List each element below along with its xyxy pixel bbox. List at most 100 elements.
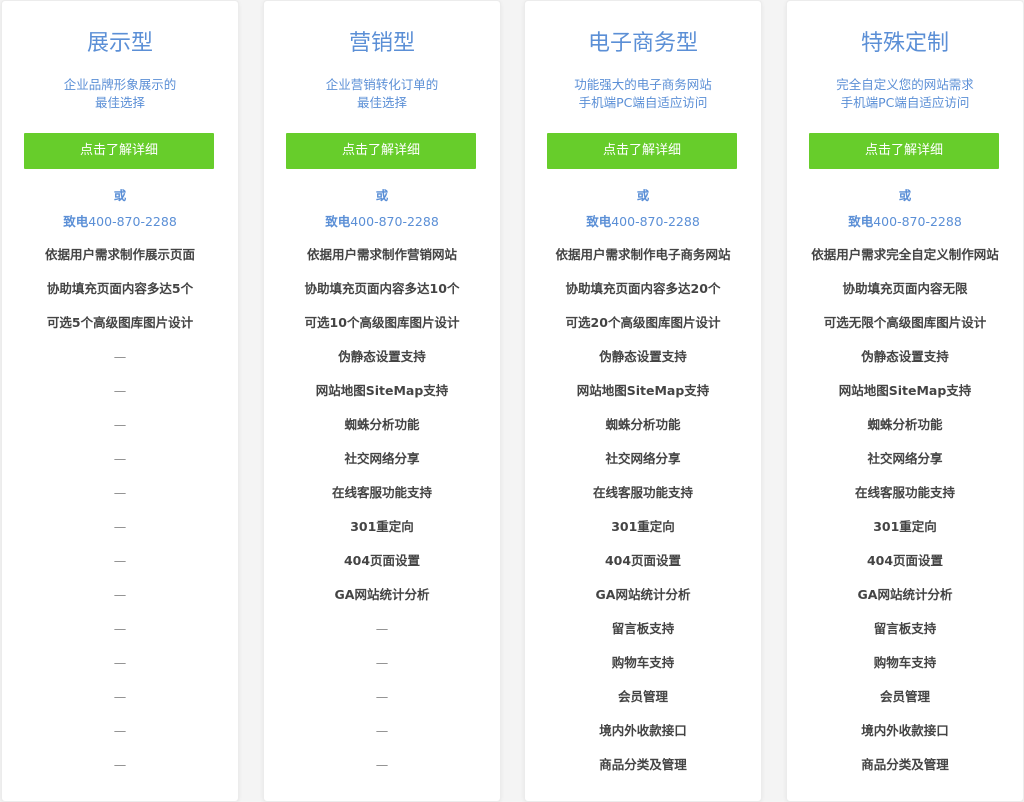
feature-item: — [375, 689, 389, 704]
learn-more-button[interactable]: 点击了解详细 [286, 133, 476, 169]
plan-card-ecommerce: 电子商务型 功能强大的电子商务网站 手机端PC端自适应访问 点击了解详细 或 致… [524, 0, 762, 802]
plan-title: 特殊定制 [860, 31, 949, 56]
feature-item: 伪静态设置支持 [338, 349, 426, 364]
plan-desc-line: 企业营销转化订单的 [325, 77, 439, 92]
feature-item: 网站地图SiteMap支持 [838, 383, 972, 398]
plan-title: 展示型 [86, 31, 153, 56]
feature-item: 会员管理 [617, 689, 668, 704]
feature-item: 商品分类及管理 [861, 757, 949, 772]
plan-desc-line: 手机端PC端自适应访问 [578, 95, 708, 110]
feature-item: — [113, 621, 127, 636]
feature-list: 依据用户需求制作展示页面 协助填充页面内容多达5个 可选5个高级图库图片设计 —… [2, 238, 238, 782]
phone-number: 400-870-2288 [88, 214, 177, 229]
feature-item: 在线客服功能支持 [854, 485, 955, 500]
feature-item: 404页面设置 [866, 553, 944, 568]
feature-item: 可选无限个高级图库图片设计 [823, 315, 987, 330]
feature-item: 境内外收款接口 [861, 723, 949, 738]
phone-number: 400-870-2288 [873, 214, 962, 229]
feature-item: 网站地图SiteMap支持 [576, 383, 710, 398]
feature-item: 购物车支持 [873, 655, 937, 670]
feature-item: 可选20个高级图库图片设计 [565, 315, 721, 330]
learn-more-button[interactable]: 点击了解详细 [24, 133, 214, 169]
feature-item: 301重定向 [873, 519, 937, 534]
feature-item: 境内外收款接口 [599, 723, 687, 738]
plan-desc-line: 完全自定义您的网站需求 [836, 77, 974, 92]
feature-item: 社交网络分享 [344, 451, 420, 466]
plan-desc-line: 手机端PC端自适应访问 [840, 95, 970, 110]
feature-item: 可选10个高级图库图片设计 [304, 315, 460, 330]
feature-item: — [113, 553, 127, 568]
feature-item: 协助填充页面内容多达10个 [304, 281, 460, 296]
feature-item: 购物车支持 [611, 655, 675, 670]
plan-title: 电子商务型 [587, 31, 698, 56]
plan-desc-line: 企业品牌形象展示的 [63, 77, 177, 92]
or-label: 或 [375, 188, 389, 203]
feature-item: — [113, 655, 127, 670]
feature-item: — [375, 723, 389, 738]
or-label: 或 [113, 188, 127, 203]
learn-more-button[interactable]: 点击了解详细 [809, 133, 999, 169]
feature-item: 伪静态设置支持 [599, 349, 687, 364]
feature-item: — [375, 655, 389, 670]
feature-item: — [113, 383, 127, 398]
plan-card-marketing: 营销型 企业营销转化订单的 最佳选择 点击了解详细 或 致电400-870-22… [263, 0, 501, 802]
feature-item: GA网站统计分析 [334, 587, 430, 602]
feature-item: — [113, 689, 127, 704]
feature-list: 依据用户需求制作营销网站 协助填充页面内容多达10个 可选10个高级图库图片设计… [264, 238, 500, 782]
plan-description: 功能强大的电子商务网站 手机端PC端自适应访问 [525, 76, 761, 112]
phone-prefix: 致电 [325, 214, 351, 229]
plan-card-custom: 特殊定制 完全自定义您的网站需求 手机端PC端自适应访问 点击了解详细 或 致电… [786, 0, 1024, 802]
feature-item: 社交网络分享 [867, 451, 943, 466]
feature-item: — [375, 621, 389, 636]
phone-prefix: 致电 [586, 214, 612, 229]
feature-item: 404页面设置 [343, 553, 421, 568]
feature-item: 商品分类及管理 [599, 757, 687, 772]
phone-prefix: 致电 [63, 214, 89, 229]
feature-item: — [113, 723, 127, 738]
plan-description: 企业营销转化订单的 最佳选择 [264, 76, 500, 112]
phone-prefix: 致电 [848, 214, 874, 229]
feature-item: 依据用户需求制作电子商务网站 [555, 247, 731, 262]
feature-list: 依据用户需求制作电子商务网站 协助填充页面内容多达20个 可选20个高级图库图片… [525, 238, 761, 782]
feature-item: — [375, 757, 389, 772]
feature-item: 404页面设置 [604, 553, 682, 568]
or-label: 或 [898, 188, 912, 203]
feature-item: 协助填充页面内容多达5个 [46, 281, 194, 296]
plan-title: 营销型 [348, 31, 415, 56]
feature-item: 蜘蛛分析功能 [605, 417, 681, 432]
feature-item: 依据用户需求完全自定义制作网站 [811, 247, 999, 262]
feature-item: 301重定向 [611, 519, 675, 534]
feature-item: — [113, 485, 127, 500]
feature-item: 协助填充页面内容无限 [842, 281, 968, 296]
phone-number: 400-870-2288 [611, 214, 700, 229]
feature-item: — [113, 417, 127, 432]
feature-list: 依据用户需求完全自定义制作网站 协助填充页面内容无限 可选无限个高级图库图片设计… [787, 238, 1023, 782]
phone-number: 400-870-2288 [350, 214, 439, 229]
feature-item: 蜘蛛分析功能 [344, 417, 420, 432]
phone-line: 致电400-870-2288 [787, 213, 1023, 231]
feature-item: 伪静态设置支持 [861, 349, 949, 364]
learn-more-button[interactable]: 点击了解详细 [547, 133, 737, 169]
feature-item: GA网站统计分析 [595, 587, 691, 602]
feature-item: 在线客服功能支持 [592, 485, 693, 500]
feature-item: 会员管理 [879, 689, 930, 704]
feature-item: 在线客服功能支持 [331, 485, 432, 500]
feature-item: 社交网络分享 [605, 451, 681, 466]
plan-description: 完全自定义您的网站需求 手机端PC端自适应访问 [787, 76, 1023, 112]
phone-line: 致电400-870-2288 [525, 213, 761, 231]
feature-item: 留言板支持 [873, 621, 937, 636]
feature-item: — [113, 757, 127, 772]
feature-item: 依据用户需求制作展示页面 [44, 247, 195, 262]
feature-item: 依据用户需求制作营销网站 [306, 247, 457, 262]
feature-item: GA网站统计分析 [857, 587, 953, 602]
plan-desc-line: 最佳选择 [356, 95, 407, 110]
feature-item: 301重定向 [350, 519, 414, 534]
plan-desc-line: 最佳选择 [94, 95, 145, 110]
phone-line: 致电400-870-2288 [2, 213, 238, 231]
phone-line: 致电400-870-2288 [264, 213, 500, 231]
feature-item: 可选5个高级图库图片设计 [46, 315, 194, 330]
feature-item: 协助填充页面内容多达20个 [565, 281, 721, 296]
or-label: 或 [636, 188, 650, 203]
plan-description: 企业品牌形象展示的 最佳选择 [2, 76, 238, 112]
feature-item: 留言板支持 [611, 621, 675, 636]
